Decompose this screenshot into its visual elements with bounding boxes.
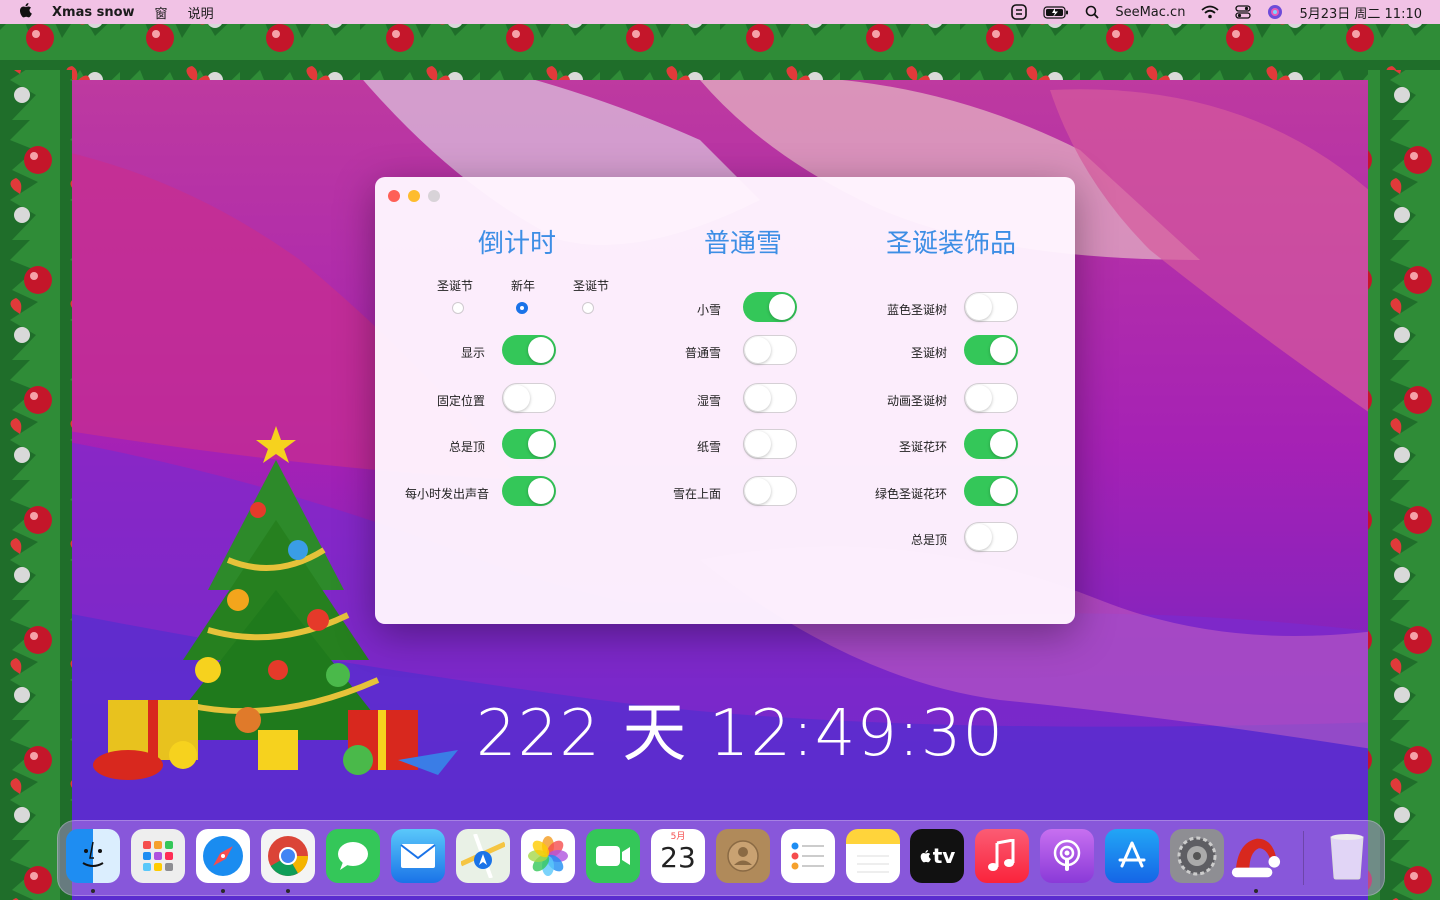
toggle-animated-tree[interactable]: [964, 383, 1018, 413]
toggle-label-animated-tree: 动画圣诞树: [886, 394, 947, 408]
toggle-label-snow-on-top: 雪在上面: [672, 487, 721, 501]
dock: 5月 23 tv: [57, 820, 1385, 896]
chrome-icon[interactable]: [261, 829, 315, 883]
xmas-snow-settings-window: 倒计时 普通雪 圣诞装饰品 圣诞节 新年 圣诞节 显示 固定位置 总是顶 每小时…: [375, 177, 1075, 624]
decorations-section-title: 圣诞装饰品: [885, 229, 1016, 259]
toggle-fixed-position[interactable]: [502, 383, 556, 413]
toggle-label-hourly-sound: 每小时发出声音: [404, 487, 489, 501]
menu-site-name[interactable]: SeeMac.cn: [1115, 5, 1185, 20]
launchpad-icon[interactable]: [131, 829, 185, 883]
toggle-label-paper-snow: 纸雪: [696, 440, 721, 454]
radio-label-new-year: 新年: [510, 279, 535, 293]
toggle-label-normal-snow: 普通雪: [684, 346, 721, 360]
toggle-always-on-top[interactable]: [502, 429, 556, 459]
santa-hat-app-icon[interactable]: [1228, 829, 1282, 883]
safari-icon[interactable]: [196, 829, 250, 883]
trash-icon[interactable]: [1320, 829, 1374, 883]
toggle-label-decor-always-on-top: 总是顶: [910, 533, 947, 547]
siri-icon[interactable]: [1267, 4, 1283, 20]
toggle-normal-snow[interactable]: [743, 335, 797, 365]
toggle-light-snow[interactable]: [743, 292, 797, 322]
app-store-icon[interactable]: [1105, 829, 1159, 883]
radio-new-year[interactable]: [516, 302, 528, 314]
apple-tv-label: tv: [932, 844, 956, 868]
radio-label-christmas-2: 圣诞节: [572, 279, 609, 293]
minimize-window-button[interactable]: [408, 190, 420, 202]
dock-separator: [1303, 831, 1304, 885]
snow-section-title: 普通雪: [703, 229, 782, 259]
finder-running-indicator: [91, 889, 95, 893]
safari-running-indicator: [221, 889, 225, 893]
zoom-window-button[interactable]: [428, 190, 440, 202]
spotlight-search-icon[interactable]: [1085, 5, 1099, 19]
facetime-icon[interactable]: [586, 829, 640, 883]
radio-label-christmas-1: 圣诞节: [436, 279, 473, 293]
music-icon[interactable]: [975, 829, 1029, 883]
toggle-label-fixed-position: 固定位置: [436, 394, 485, 408]
menu-app-name[interactable]: Xmas snow: [52, 5, 135, 20]
toggle-paper-snow[interactable]: [743, 429, 797, 459]
contacts-icon[interactable]: [716, 829, 770, 883]
toggle-label-show: 显示: [460, 346, 485, 360]
santa-hat-running-indicator: [1254, 889, 1258, 893]
podcasts-icon[interactable]: [1040, 829, 1094, 883]
photos-icon[interactable]: [521, 829, 575, 883]
calendar-day-label: 23: [660, 841, 696, 874]
toggle-snow-on-top[interactable]: [743, 476, 797, 506]
maps-icon[interactable]: [456, 829, 510, 883]
notes-icon[interactable]: [846, 829, 900, 883]
toggle-green-garland[interactable]: [964, 476, 1018, 506]
mail-icon[interactable]: [391, 829, 445, 883]
toggle-christmas-tree[interactable]: [964, 335, 1018, 365]
toggle-label-green-garland: 绿色圣诞花环: [874, 487, 947, 501]
radio-christmas-2[interactable]: [582, 302, 594, 314]
radio-christmas-1[interactable]: [452, 302, 464, 314]
apple-menu-icon[interactable]: [18, 2, 32, 22]
toggle-hourly-sound[interactable]: [502, 476, 556, 506]
toggle-garland[interactable]: [964, 429, 1018, 459]
toggle-wet-snow[interactable]: [743, 383, 797, 413]
toggle-decor-always-on-top[interactable]: [964, 522, 1018, 552]
app-status-icon[interactable]: [1011, 4, 1028, 20]
reminders-icon[interactable]: [781, 829, 835, 883]
toggle-label-always-on-top: 总是顶: [448, 440, 485, 454]
countdown-section-title: 倒计时: [477, 229, 556, 259]
battery-icon[interactable]: [1043, 5, 1069, 19]
countdown-display: 222 天 12:49:30: [475, 697, 1005, 771]
wifi-icon[interactable]: [1201, 5, 1220, 19]
toggle-label-light-snow: 小雪: [696, 303, 721, 317]
menu-bar: Xmas snow 窗 说明 SeeMac.cn 5月23日 周二 11:10: [0, 0, 1440, 24]
calendar-icon[interactable]: 5月 23: [651, 829, 705, 883]
finder-icon[interactable]: [66, 829, 120, 883]
toggle-blue-tree[interactable]: [964, 292, 1018, 322]
toggle-label-wet-snow: 湿雪: [696, 394, 721, 408]
messages-icon[interactable]: [326, 829, 380, 883]
system-preferences-icon[interactable]: [1170, 829, 1224, 883]
window-controls: [388, 190, 448, 202]
menu-clock[interactable]: 5月23日 周二 11:10: [1299, 3, 1422, 22]
close-window-button[interactable]: [388, 190, 400, 202]
control-center-icon[interactable]: [1235, 5, 1252, 19]
toggle-show[interactable]: [502, 335, 556, 365]
toggle-label-garland: 圣诞花环: [898, 440, 947, 454]
toggle-label-blue-tree: 蓝色圣诞树: [886, 303, 947, 317]
chrome-running-indicator: [286, 889, 290, 893]
toggle-label-christmas-tree: 圣诞树: [910, 346, 947, 360]
apple-tv-icon[interactable]: tv: [910, 829, 964, 883]
menu-window[interactable]: 窗: [155, 3, 168, 22]
menu-help[interactable]: 说明: [188, 3, 214, 22]
